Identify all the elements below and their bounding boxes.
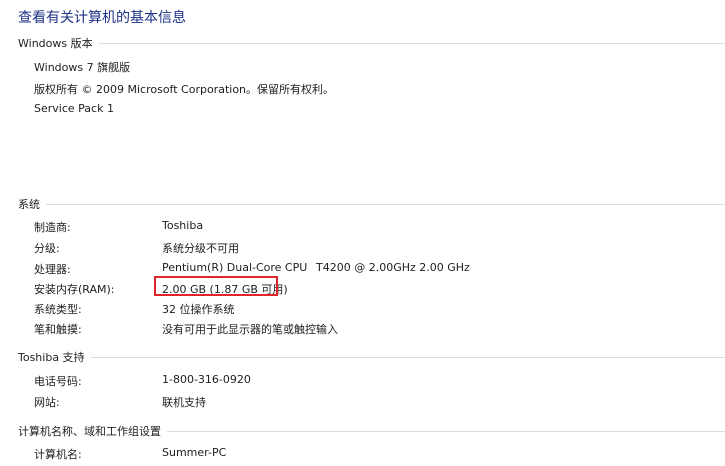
phone-label: 电话号码:	[34, 375, 82, 388]
online-support-link[interactable]: 联机支持	[162, 394, 206, 410]
installed-ram-label: 安装内存(RAM):	[34, 283, 115, 296]
ram-highlight-box	[154, 276, 278, 296]
system-type-label: 系统类型:	[34, 303, 82, 316]
section-header-label: Toshiba 支持	[18, 351, 85, 364]
section-divider	[90, 356, 725, 358]
phone-value: 1-800-316-0920	[162, 373, 251, 386]
processor-label: 处理器:	[34, 263, 71, 276]
section-header-label: 系统	[18, 198, 40, 211]
pen-touch-label: 笔和触摸:	[34, 323, 82, 336]
section-divider	[98, 42, 725, 44]
section-header-system: 系统	[18, 197, 725, 211]
section-divider	[167, 430, 725, 432]
rating-label: 分级:	[34, 242, 60, 255]
copyright-text: 版权所有 © 2009 Microsoft Corporation。保留所有权利…	[34, 83, 335, 96]
computer-name-label: 计算机名:	[34, 448, 82, 461]
pen-touch-value: 没有可用于此显示器的笔或触控输入	[162, 323, 338, 336]
processor-value: Pentium(R) Dual-Core CPU	[162, 261, 308, 274]
section-header-label: Windows 版本	[18, 37, 93, 50]
rating-link[interactable]: 系统分级不可用	[162, 240, 239, 256]
section-header-computer-name: 计算机名称、域和工作组设置	[18, 424, 725, 438]
manufacturer-value: Toshiba	[162, 219, 204, 232]
windows-edition-name: Windows 7 旗舰版	[34, 61, 131, 74]
section-divider	[46, 203, 725, 205]
computer-name-value: Summer-PC	[162, 446, 227, 459]
section-header-windows-edition: Windows 版本	[18, 36, 725, 50]
website-label: 网站:	[34, 396, 60, 409]
service-pack-text: Service Pack 1	[34, 102, 114, 115]
section-header-support: Toshiba 支持	[18, 350, 725, 364]
system-type-value: 32 位操作系统	[162, 303, 235, 316]
processor-speed-value: T4200 @ 2.00GHz 2.00 GHz	[316, 261, 470, 274]
manufacturer-label: 制造商:	[34, 221, 71, 234]
page-title: 查看有关计算机的基本信息	[18, 10, 186, 26]
section-header-label: 计算机名称、域和工作组设置	[18, 425, 161, 438]
